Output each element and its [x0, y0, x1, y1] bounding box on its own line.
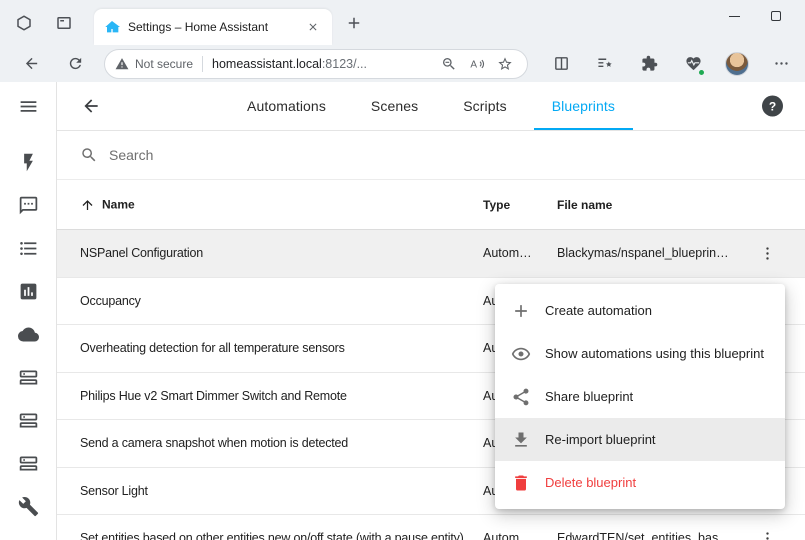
extensions-icon[interactable] — [634, 49, 664, 79]
search-icon — [80, 146, 98, 164]
menu-item-label: Create automation — [545, 303, 652, 318]
menu-item-show-automations[interactable]: Show automations using this blueprint — [495, 332, 785, 375]
table-row[interactable]: Set entities based on other entities new… — [57, 515, 805, 540]
eye-icon — [511, 344, 531, 364]
table-header: Name Type File name — [57, 180, 805, 230]
essentials-status-dot — [698, 69, 705, 76]
context-menu: Create automation Show automations using… — [495, 284, 785, 509]
row-file: EdwardTEN/set_entities_bas… — [557, 531, 731, 540]
hamburger-icon — [18, 96, 39, 117]
tab-scripts[interactable]: Scripts — [445, 82, 525, 130]
tab-close-icon[interactable] — [304, 18, 322, 36]
sidebar-menu-button[interactable] — [16, 94, 40, 118]
trash-icon — [511, 473, 531, 493]
minimize-button[interactable] — [713, 0, 755, 32]
read-aloud-icon[interactable]: A — [465, 52, 489, 76]
favorite-star-icon[interactable] — [493, 52, 517, 76]
omnibox-divider — [202, 56, 203, 72]
tab-blueprints[interactable]: Blueprints — [534, 82, 633, 130]
menu-item-label: Show automations using this blueprint — [545, 346, 764, 361]
menu-item-label: Share blueprint — [545, 389, 633, 404]
column-header-type[interactable]: Type — [483, 198, 510, 212]
browser-window: Settings – Home Assistant Not secure hom… — [0, 0, 805, 540]
server-icon — [18, 410, 39, 431]
tab-automations[interactable]: Automations — [229, 82, 344, 130]
row-file: Blackymas/nspanel_blueprin… — [557, 246, 729, 260]
maximize-button[interactable] — [755, 0, 797, 32]
zoom-out-icon[interactable] — [437, 52, 461, 76]
chat-bubble-icon — [18, 195, 39, 216]
sort-arrow-up-icon — [80, 197, 95, 212]
browser-tab-strip: Settings – Home Assistant — [0, 0, 805, 45]
browser-toolbar: Not secure homeassistant.local:8123/... … — [0, 45, 805, 82]
sidebar-item-energy[interactable] — [16, 150, 40, 174]
row-name: NSPanel Configuration — [80, 246, 203, 260]
sidebar-item-cloud[interactable] — [16, 322, 40, 346]
server-icon — [18, 453, 39, 474]
favorites-hub-icon[interactable] — [590, 49, 620, 79]
row-name: Send a camera snapshot when motion is de… — [80, 436, 348, 450]
row-name: Sensor Light — [80, 484, 148, 498]
download-icon — [511, 430, 531, 450]
url-text[interactable]: homeassistant.local:8123/... — [212, 57, 367, 71]
menu-item-label: Delete blueprint — [545, 475, 636, 490]
sidebar-item-todo[interactable] — [16, 236, 40, 260]
row-name: Set entities based on other entities new… — [80, 531, 464, 540]
back-icon[interactable] — [16, 49, 46, 79]
sidebar-item-server-3[interactable] — [16, 451, 40, 475]
sidebar-item-history[interactable] — [16, 279, 40, 303]
browser-menu-icon[interactable] — [766, 49, 796, 79]
column-header-file[interactable]: File name — [557, 198, 612, 212]
share-icon — [511, 387, 531, 407]
not-secure-warning-icon[interactable] — [115, 57, 129, 71]
split-screen-icon[interactable] — [546, 49, 576, 79]
ha-header: Automations Scenes Scripts Blueprints ? — [57, 82, 805, 131]
row-type: Autom… — [483, 246, 532, 260]
tab-title: Settings – Home Assistant — [128, 20, 296, 34]
menu-item-reimport-blueprint[interactable]: Re-import blueprint — [495, 418, 785, 461]
browser-essentials-icon[interactable] — [678, 49, 708, 79]
row-name: Overheating detection for all temperatur… — [80, 341, 345, 355]
lightning-icon — [18, 152, 39, 173]
sidebar-item-assist[interactable] — [16, 193, 40, 217]
server-icon — [18, 367, 39, 388]
svg-text:A: A — [470, 59, 477, 70]
tab-actions-icon[interactable] — [50, 9, 78, 37]
ha-sidebar — [0, 82, 57, 540]
ha-back-icon[interactable] — [78, 93, 104, 119]
sidebar-item-server-2[interactable] — [16, 408, 40, 432]
menu-item-share-blueprint[interactable]: Share blueprint — [495, 375, 785, 418]
wrench-icon — [18, 496, 39, 517]
row-type: Autom… — [483, 531, 532, 540]
browser-tab[interactable]: Settings – Home Assistant — [94, 9, 332, 45]
help-button[interactable]: ? — [762, 96, 783, 117]
sidebar-item-tools[interactable] — [16, 494, 40, 518]
address-bar[interactable]: Not secure homeassistant.local:8123/... … — [104, 49, 528, 79]
chart-box-icon — [18, 281, 39, 302]
column-header-name[interactable]: Name — [80, 197, 135, 212]
table-row[interactable]: NSPanel Configuration Autom… Blackymas/n… — [57, 230, 805, 278]
search-bar — [57, 131, 805, 180]
new-tab-icon[interactable] — [340, 9, 368, 37]
cloud-icon — [18, 324, 39, 345]
row-name: Occupancy — [80, 294, 141, 308]
menu-item-label: Re-import blueprint — [545, 432, 656, 447]
row-name: Philips Hue v2 Smart Dimmer Switch and R… — [80, 389, 347, 403]
security-label[interactable]: Not secure — [135, 57, 193, 71]
row-overflow-menu-icon[interactable] — [756, 527, 778, 540]
search-input[interactable] — [109, 147, 409, 163]
sidebar-item-server-1[interactable] — [16, 365, 40, 389]
workspaces-icon[interactable] — [10, 9, 38, 37]
refresh-icon[interactable] — [60, 49, 90, 79]
home-assistant-logo-icon — [104, 19, 120, 35]
tab-scenes[interactable]: Scenes — [353, 82, 436, 130]
menu-item-create-automation[interactable]: Create automation — [495, 289, 785, 332]
list-icon — [18, 238, 39, 259]
menu-item-delete-blueprint[interactable]: Delete blueprint — [495, 461, 785, 504]
ha-tab-bar: Automations Scenes Scripts Blueprints — [57, 82, 805, 130]
row-overflow-menu-icon[interactable] — [756, 242, 778, 264]
plus-icon — [511, 301, 531, 321]
profile-avatar[interactable] — [722, 49, 752, 79]
